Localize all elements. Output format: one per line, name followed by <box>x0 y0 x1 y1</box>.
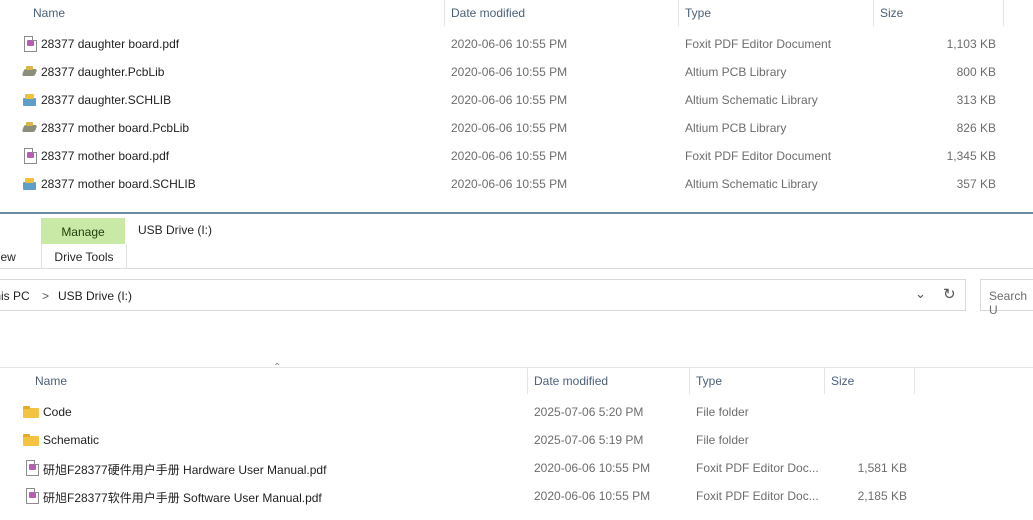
file-row[interactable]: 28377 daughter.PcbLib 2020-06-06 10:55 P… <box>0 59 1033 85</box>
pdf-file-icon <box>26 460 39 476</box>
pdf-file-icon <box>26 488 39 504</box>
file-date: 2020-06-06 10:55 PM <box>451 93 568 107</box>
column-header-date[interactable]: Date modified <box>451 6 525 20</box>
breadcrumb-usb-drive[interactable]: USB Drive (I:) <box>58 289 132 303</box>
file-type: Altium Schematic Library <box>685 93 818 107</box>
file-row[interactable]: Schematic 2025-07-06 5:19 PM File folder <box>0 427 1033 453</box>
search-placeholder: Search U <box>989 289 1028 317</box>
file-date: 2025-07-06 5:20 PM <box>534 405 644 419</box>
file-size: 826 KB <box>956 121 996 135</box>
folder-icon <box>23 406 39 418</box>
folder-icon <box>23 434 39 446</box>
file-type: Altium Schematic Library <box>685 177 818 191</box>
column-header-size[interactable]: Size <box>880 6 903 20</box>
search-input[interactable]: Search U <box>980 279 1033 317</box>
file-name: 研旭F28377硬件用户手册 Hardware User Manual.pdf <box>43 463 327 477</box>
file-row[interactable]: 28377 daughter.SCHLIB 2020-06-06 10:55 P… <box>0 87 1033 113</box>
file-size: 313 KB <box>956 93 996 107</box>
schlib-file-icon <box>22 93 38 107</box>
file-row[interactable]: 研旭F28377硬件用户手册 Hardware User Manual.pdf … <box>0 455 1033 481</box>
file-size: 1,345 KB <box>946 149 996 163</box>
file-date: 2020-06-06 10:55 PM <box>451 65 568 79</box>
column-header-size[interactable]: Size <box>831 374 854 388</box>
chevron-down-icon[interactable]: ⌄ <box>915 286 926 302</box>
file-date: 2020-06-06 10:55 PM <box>451 37 568 51</box>
pdf-file-icon <box>24 36 37 52</box>
file-size: 1,581 KB <box>857 461 907 475</box>
file-type: File folder <box>696 405 749 419</box>
refresh-icon[interactable]: ↻ <box>943 285 956 303</box>
column-header-date[interactable]: Date modified <box>534 374 608 388</box>
breadcrumb-separator-icon[interactable]: > <box>42 289 49 303</box>
tab-manage[interactable]: Manage <box>41 218 125 244</box>
sort-arrow-icon: ⌃ <box>273 362 282 373</box>
file-row[interactable]: 28377 mother board.PcbLib 2020-06-06 10:… <box>0 115 1033 141</box>
file-date: 2020-06-06 10:55 PM <box>451 121 568 135</box>
file-name: Code <box>43 405 72 419</box>
file-date: 2025-07-06 5:19 PM <box>534 433 644 447</box>
file-type: Foxit PDF Editor Document <box>685 37 832 51</box>
pdf-file-icon <box>24 148 37 164</box>
file-size: 800 KB <box>956 65 996 79</box>
file-size: 1,103 KB <box>946 37 996 51</box>
tab-view[interactable]: View <box>0 250 16 264</box>
file-size: 2,185 KB <box>857 489 907 503</box>
file-type: Foxit PDF Editor Document <box>685 149 832 163</box>
column-header-name[interactable]: Name <box>35 374 67 388</box>
file-name: 28377 mother board.SCHLIB <box>41 177 196 191</box>
file-size: 357 KB <box>956 177 996 191</box>
file-type: Altium PCB Library <box>685 65 787 79</box>
column-header-name[interactable]: Name <box>33 6 65 20</box>
file-row[interactable]: 28377 daughter board.pdf 2020-06-06 10:5… <box>0 31 1033 57</box>
file-row[interactable]: 28377 mother board.pdf 2020-06-06 10:55 … <box>0 143 1033 169</box>
file-name: 28377 mother board.pdf <box>41 149 170 163</box>
column-header-type[interactable]: Type <box>685 6 711 20</box>
file-type: Foxit PDF Editor Doc... <box>696 461 819 475</box>
file-type: Foxit PDF Editor Doc... <box>696 489 819 503</box>
column-header-type[interactable]: Type <box>696 374 722 388</box>
file-name: 28377 mother board.PcbLib <box>41 121 190 135</box>
file-type: Altium PCB Library <box>685 121 787 135</box>
drive-tools-group-label: Drive Tools <box>41 244 127 268</box>
file-row[interactable]: 研旭F28377软件用户手册 Software User Manual.pdf … <box>0 483 1033 509</box>
pcblib-file-icon <box>22 122 38 134</box>
file-name: 28377 daughter.PcbLib <box>41 65 165 79</box>
window-border <box>0 212 1033 214</box>
schlib-file-icon <box>22 177 38 191</box>
file-name: 28377 daughter.SCHLIB <box>41 93 172 107</box>
file-type: File folder <box>696 433 749 447</box>
file-name: Schematic <box>43 433 100 447</box>
sort-arrow-icon: ⌃ <box>230 0 239 6</box>
address-bar[interactable]: This PC > USB Drive (I:) ⌄ ↻ <box>0 279 966 311</box>
file-row[interactable]: 28377 mother board.SCHLIB 2020-06-06 10:… <box>0 171 1033 197</box>
file-date: 2020-06-06 10:55 PM <box>534 489 651 503</box>
file-name: 28377 daughter board.pdf <box>41 37 180 51</box>
file-date: 2020-06-06 10:55 PM <box>534 461 651 475</box>
file-row[interactable]: Code 2025-07-06 5:20 PM File folder <box>0 399 1033 425</box>
file-date: 2020-06-06 10:55 PM <box>451 177 568 191</box>
file-name: 研旭F28377软件用户手册 Software User Manual.pdf <box>43 491 322 505</box>
window-title: USB Drive (I:) <box>138 223 213 237</box>
pcblib-file-icon <box>22 66 38 78</box>
file-date: 2020-06-06 10:55 PM <box>451 149 568 163</box>
breadcrumb-this-pc[interactable]: This PC <box>0 289 30 303</box>
